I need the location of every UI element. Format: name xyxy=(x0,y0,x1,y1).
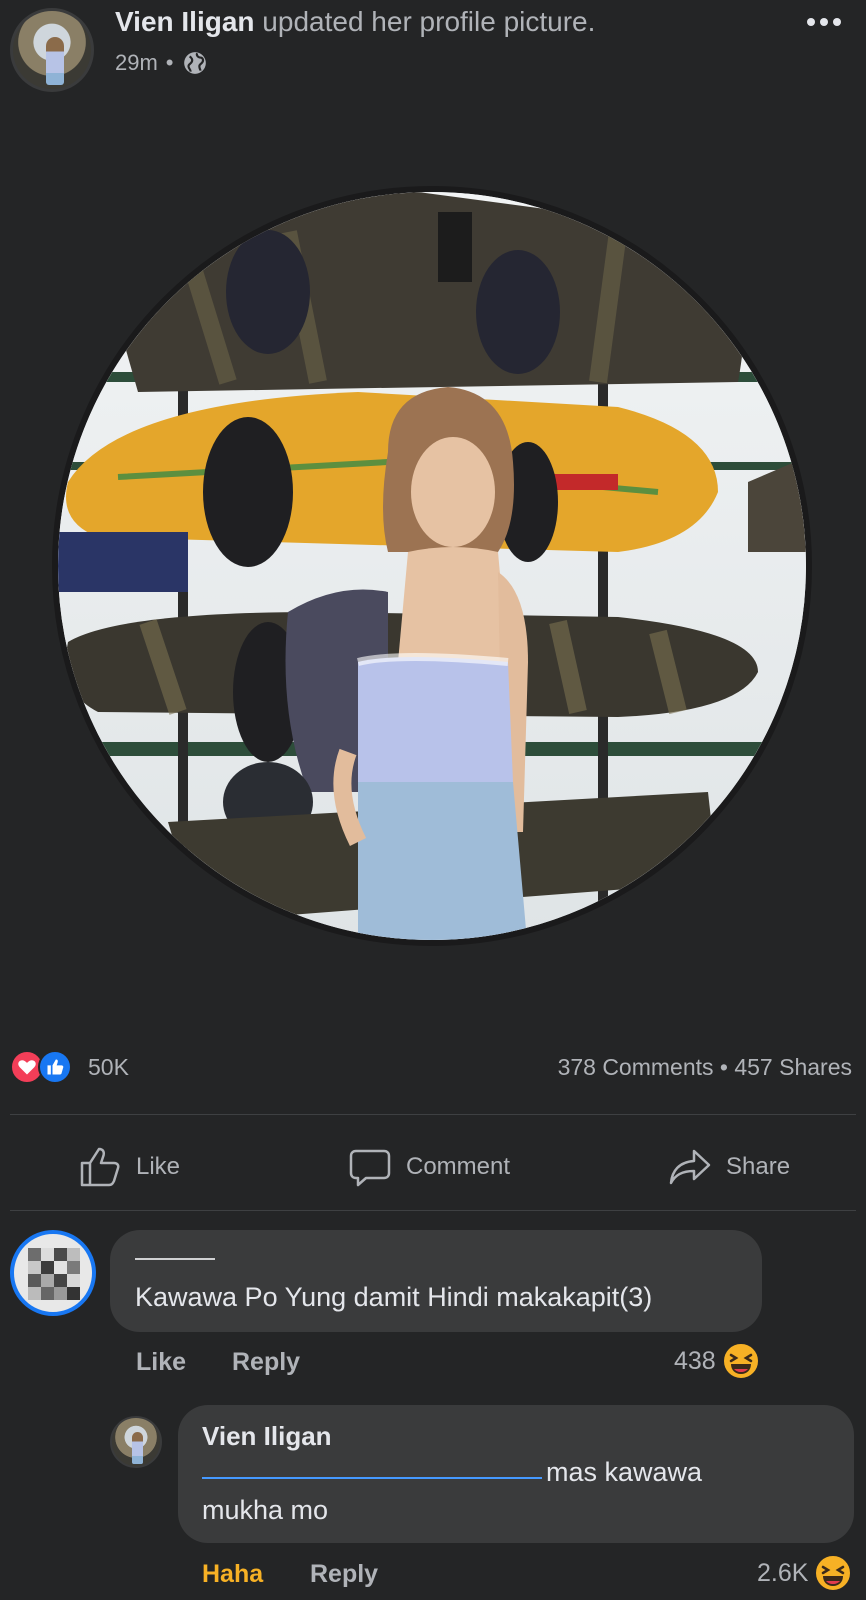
like-label: Like xyxy=(136,1153,181,1180)
redacted-commenter-name xyxy=(135,1258,215,1260)
comment-like-button[interactable]: Like xyxy=(136,1348,186,1377)
author-avatar[interactable] xyxy=(10,8,94,92)
commenter-avatar[interactable] xyxy=(10,1230,96,1316)
comment-share-counts[interactable]: 378 Comments • 457 Shares xyxy=(558,1054,852,1081)
globe-icon xyxy=(182,50,208,76)
share-label: Share xyxy=(726,1153,791,1180)
reply-haha-button[interactable]: Haha xyxy=(202,1560,263,1589)
comment-icon xyxy=(349,1149,391,1187)
reply-author-name[interactable]: Vien Iligan xyxy=(202,1421,332,1452)
post-title: Vien Iligan updated her profile picture. xyxy=(115,6,595,38)
post-stats: 50K 378 Comments • 457 Shares xyxy=(0,1048,866,1088)
reaction-count[interactable]: 50K xyxy=(88,1054,129,1081)
post-time[interactable]: 29m xyxy=(115,50,158,76)
profile-photo-image xyxy=(58,192,806,940)
comment-reply-button[interactable]: Reply xyxy=(232,1348,300,1377)
reply-reply-button[interactable]: Reply xyxy=(310,1560,378,1589)
like-reaction-icon xyxy=(38,1050,72,1084)
blurred-avatar-image xyxy=(28,1248,80,1300)
haha-icon xyxy=(721,1342,760,1380)
comment-reaction-summary[interactable]: 438 xyxy=(674,1342,760,1380)
profile-photo[interactable] xyxy=(52,186,812,946)
comment-bubble[interactable]: Kawawa Po Yung damit Hindi makakapit(3) xyxy=(110,1230,762,1332)
share-icon xyxy=(669,1149,711,1185)
haha-icon xyxy=(814,1554,853,1592)
meta-separator: • xyxy=(165,50,174,75)
comment-text: Kawawa Po Yung damit Hindi makakapit(3) xyxy=(135,1282,653,1312)
facebook-post: Vien Iligan updated her profile picture.… xyxy=(0,0,866,1600)
reply-text-line2: mukha mo xyxy=(202,1495,329,1525)
redacted-mention[interactable] xyxy=(202,1477,542,1479)
author-name[interactable]: Vien Iligan xyxy=(115,6,255,37)
share-button[interactable]: Share xyxy=(668,1145,790,1189)
reply-reaction-count: 2.6K xyxy=(757,1558,809,1587)
post-header: Vien Iligan updated her profile picture.… xyxy=(0,0,866,100)
reaction-icons[interactable] xyxy=(10,1050,72,1084)
divider xyxy=(10,1210,856,1211)
comment-button[interactable]: Comment xyxy=(348,1145,510,1189)
post-meta: 29m • xyxy=(115,50,208,76)
reply-author-avatar[interactable] xyxy=(110,1416,162,1468)
post-action-text: updated her profile picture. xyxy=(254,6,596,37)
reply-reaction-summary[interactable]: 2.6K xyxy=(757,1554,853,1592)
like-icon xyxy=(80,1147,120,1187)
comment-label: Comment xyxy=(406,1153,511,1180)
divider xyxy=(10,1114,856,1115)
more-options-icon[interactable] xyxy=(804,12,844,32)
comment-reaction-count: 438 xyxy=(674,1346,716,1375)
reply-bubble[interactable]: Vien Iligan mas kawawa mukha mo xyxy=(178,1405,854,1543)
post-action-bar: Like Comment Share xyxy=(0,1135,866,1195)
like-button[interactable]: Like xyxy=(78,1145,180,1189)
reply-text-line1: mas kawawa xyxy=(546,1457,703,1487)
